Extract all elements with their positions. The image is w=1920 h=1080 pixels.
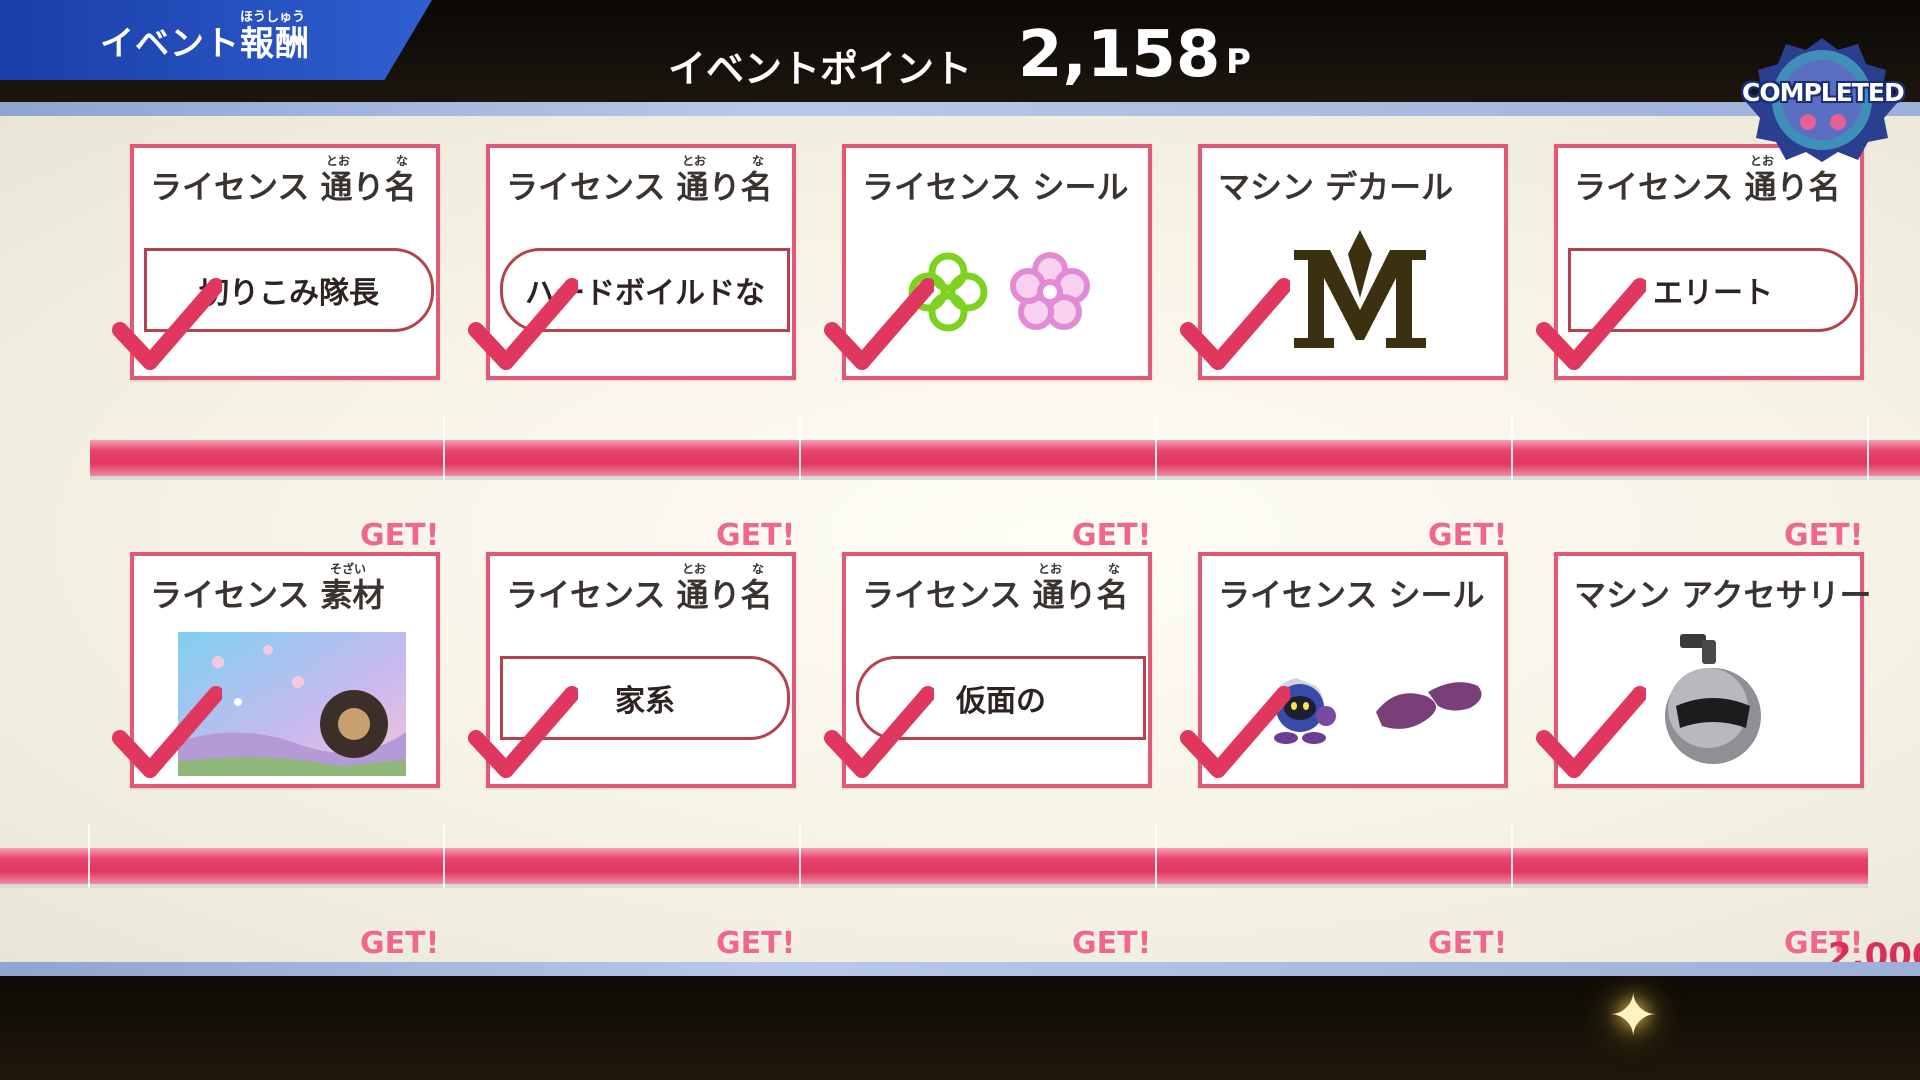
checkmark-icon — [1180, 686, 1290, 778]
checkmark-icon — [1536, 686, 1646, 778]
track-divider — [1155, 416, 1157, 480]
track-divider — [443, 416, 445, 480]
card-title: ライセンス シール — [1218, 576, 1485, 614]
mask-accessory-icon — [1665, 634, 1761, 764]
reward-card[interactable]: とお な ライセンス 通り名 家系 — [468, 552, 796, 788]
reward-card[interactable]: ライセンス シール — [1180, 552, 1508, 788]
knight-sticker-icons — [1273, 678, 1482, 744]
track-divider — [88, 824, 90, 888]
checkmark-icon — [1180, 278, 1290, 370]
m-decal-icon — [1294, 230, 1426, 348]
pink-flower-sticker-icon — [1010, 252, 1090, 330]
checkmark-icon — [468, 686, 578, 778]
checkmark-icon — [112, 686, 222, 778]
event-points-unit: P — [1226, 42, 1251, 82]
track-divider — [1155, 824, 1157, 888]
reward-track-row-1 — [90, 440, 1920, 480]
card-title: マシン アクセサリー — [1574, 576, 1872, 614]
reward-card[interactable]: マシン アクセサリー — [1536, 552, 1872, 788]
reward-card[interactable]: そざい ライセンス 素材 — [112, 552, 440, 788]
get-label: GET! — [716, 518, 796, 553]
card-title: マシン デカール — [1218, 168, 1454, 206]
get-label: GET! — [360, 926, 440, 961]
reward-track-row-2 — [0, 848, 1868, 888]
reward-card[interactable]: とお な ライセンス 通り名 切りこみ隊長 — [112, 144, 440, 380]
reward-card[interactable]: とお な ライセンス 通り名 仮面の — [824, 552, 1152, 788]
track-divider — [443, 824, 445, 888]
rewards-panel: とお な ライセンス 通り名 切りこみ隊長 GET! とお な ライセンス 通り… — [0, 116, 1920, 1046]
card-title: ライセンス 素材 — [150, 576, 385, 614]
page-title: イベント報酬 — [100, 24, 310, 64]
get-label: GET! — [1428, 518, 1508, 553]
checkmark-icon — [112, 278, 222, 370]
track-divider — [1511, 416, 1513, 480]
track-divider — [799, 824, 801, 888]
reward-card[interactable]: とお な ライセンス 通り名 ハードボイルドな — [468, 144, 796, 380]
checkmark-icon — [824, 686, 934, 778]
top-bar: ほうしゅう イベント報酬 イベントポイント 2,158 P — [0, 0, 1920, 104]
checkmark-icon — [1536, 278, 1646, 370]
reward-card[interactable]: マシン デカール — [1180, 144, 1508, 380]
get-label: GET! — [1072, 518, 1152, 553]
completed-badge: COMPLETED — [1742, 36, 1905, 162]
sparkle-icon: ✦ — [1608, 981, 1659, 1051]
card-title: ライセンス シール — [862, 168, 1129, 206]
checkmark-icon — [468, 278, 578, 370]
track-divider — [799, 416, 801, 480]
card-title: ライセンス 通り名 — [862, 576, 1129, 614]
card-title: ライセンス 通り名 — [506, 168, 773, 206]
completed-label: COMPLETED — [1742, 78, 1905, 107]
bottom-divider — [0, 962, 1920, 976]
event-points-label: イベントポイント — [668, 47, 973, 91]
get-label: GET! — [716, 926, 796, 961]
checkmark-icon — [824, 278, 934, 370]
card-title: ライセンス 通り名 — [150, 168, 417, 206]
top-divider — [0, 102, 1920, 116]
get-label: GET! — [1784, 518, 1864, 553]
bottom-bar: ✦ — [0, 976, 1920, 1080]
get-label: GET! — [360, 518, 440, 553]
event-points-value: 2,158 — [1018, 18, 1221, 92]
track-divider — [1511, 824, 1513, 888]
card-title: ライセンス 通り名 — [506, 576, 773, 614]
get-label: GET! — [1428, 926, 1508, 961]
reward-card[interactable]: ライセンス シール — [824, 144, 1152, 380]
reward-card[interactable]: とお ライセンス 通り名 エリート — [1536, 144, 1864, 380]
wing-sticker-icon — [1376, 682, 1482, 729]
card-title: ライセンス 通り名 — [1574, 168, 1841, 206]
get-label: GET! — [1072, 926, 1152, 961]
track-divider — [1867, 416, 1869, 480]
